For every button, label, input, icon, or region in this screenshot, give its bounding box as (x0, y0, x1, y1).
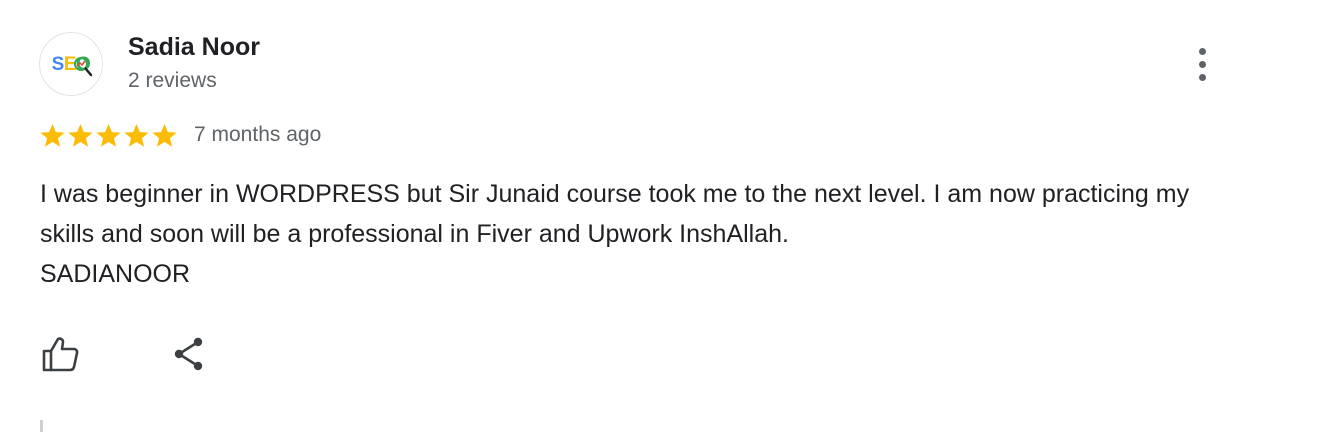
author-review-count: 2 reviews (128, 69, 217, 92)
logo-letter-s: S (51, 53, 65, 75)
more-vert-dot (1198, 60, 1206, 68)
star-icon (68, 123, 93, 147)
review-text: I was beginner in WORDPRESS but Sir Juna… (40, 174, 1200, 294)
review-actions (40, 334, 209, 374)
star-icon (96, 123, 121, 147)
more-vert-icon (1198, 47, 1206, 55)
star-icon (124, 123, 149, 147)
star-icon (152, 123, 177, 147)
share-button[interactable] (169, 334, 209, 374)
more-vert-dot (1198, 73, 1206, 81)
thumbs-up-icon (42, 337, 79, 372)
rating-row: 7 months ago (39, 120, 321, 150)
review-text-line: SADIANOOR (40, 260, 191, 288)
next-review-edge (40, 420, 43, 432)
more-options-button[interactable] (1186, 44, 1218, 84)
magnifier-icon (73, 56, 92, 76)
share-icon (174, 337, 203, 371)
author-avatar[interactable]: SEO (39, 32, 103, 96)
review-card: SEO Sadia Noor 2 reviews 7 months ago I … (0, 0, 1340, 432)
star-rating (39, 122, 178, 149)
seo-logo: SEO (51, 53, 92, 76)
star-icon (40, 123, 65, 147)
review-text-line: I was beginner in WORDPRESS but Sir Juna… (40, 180, 1190, 248)
author-name[interactable]: Sadia Noor (128, 33, 260, 62)
review-date: 7 months ago (194, 123, 322, 146)
like-button[interactable] (40, 334, 80, 374)
